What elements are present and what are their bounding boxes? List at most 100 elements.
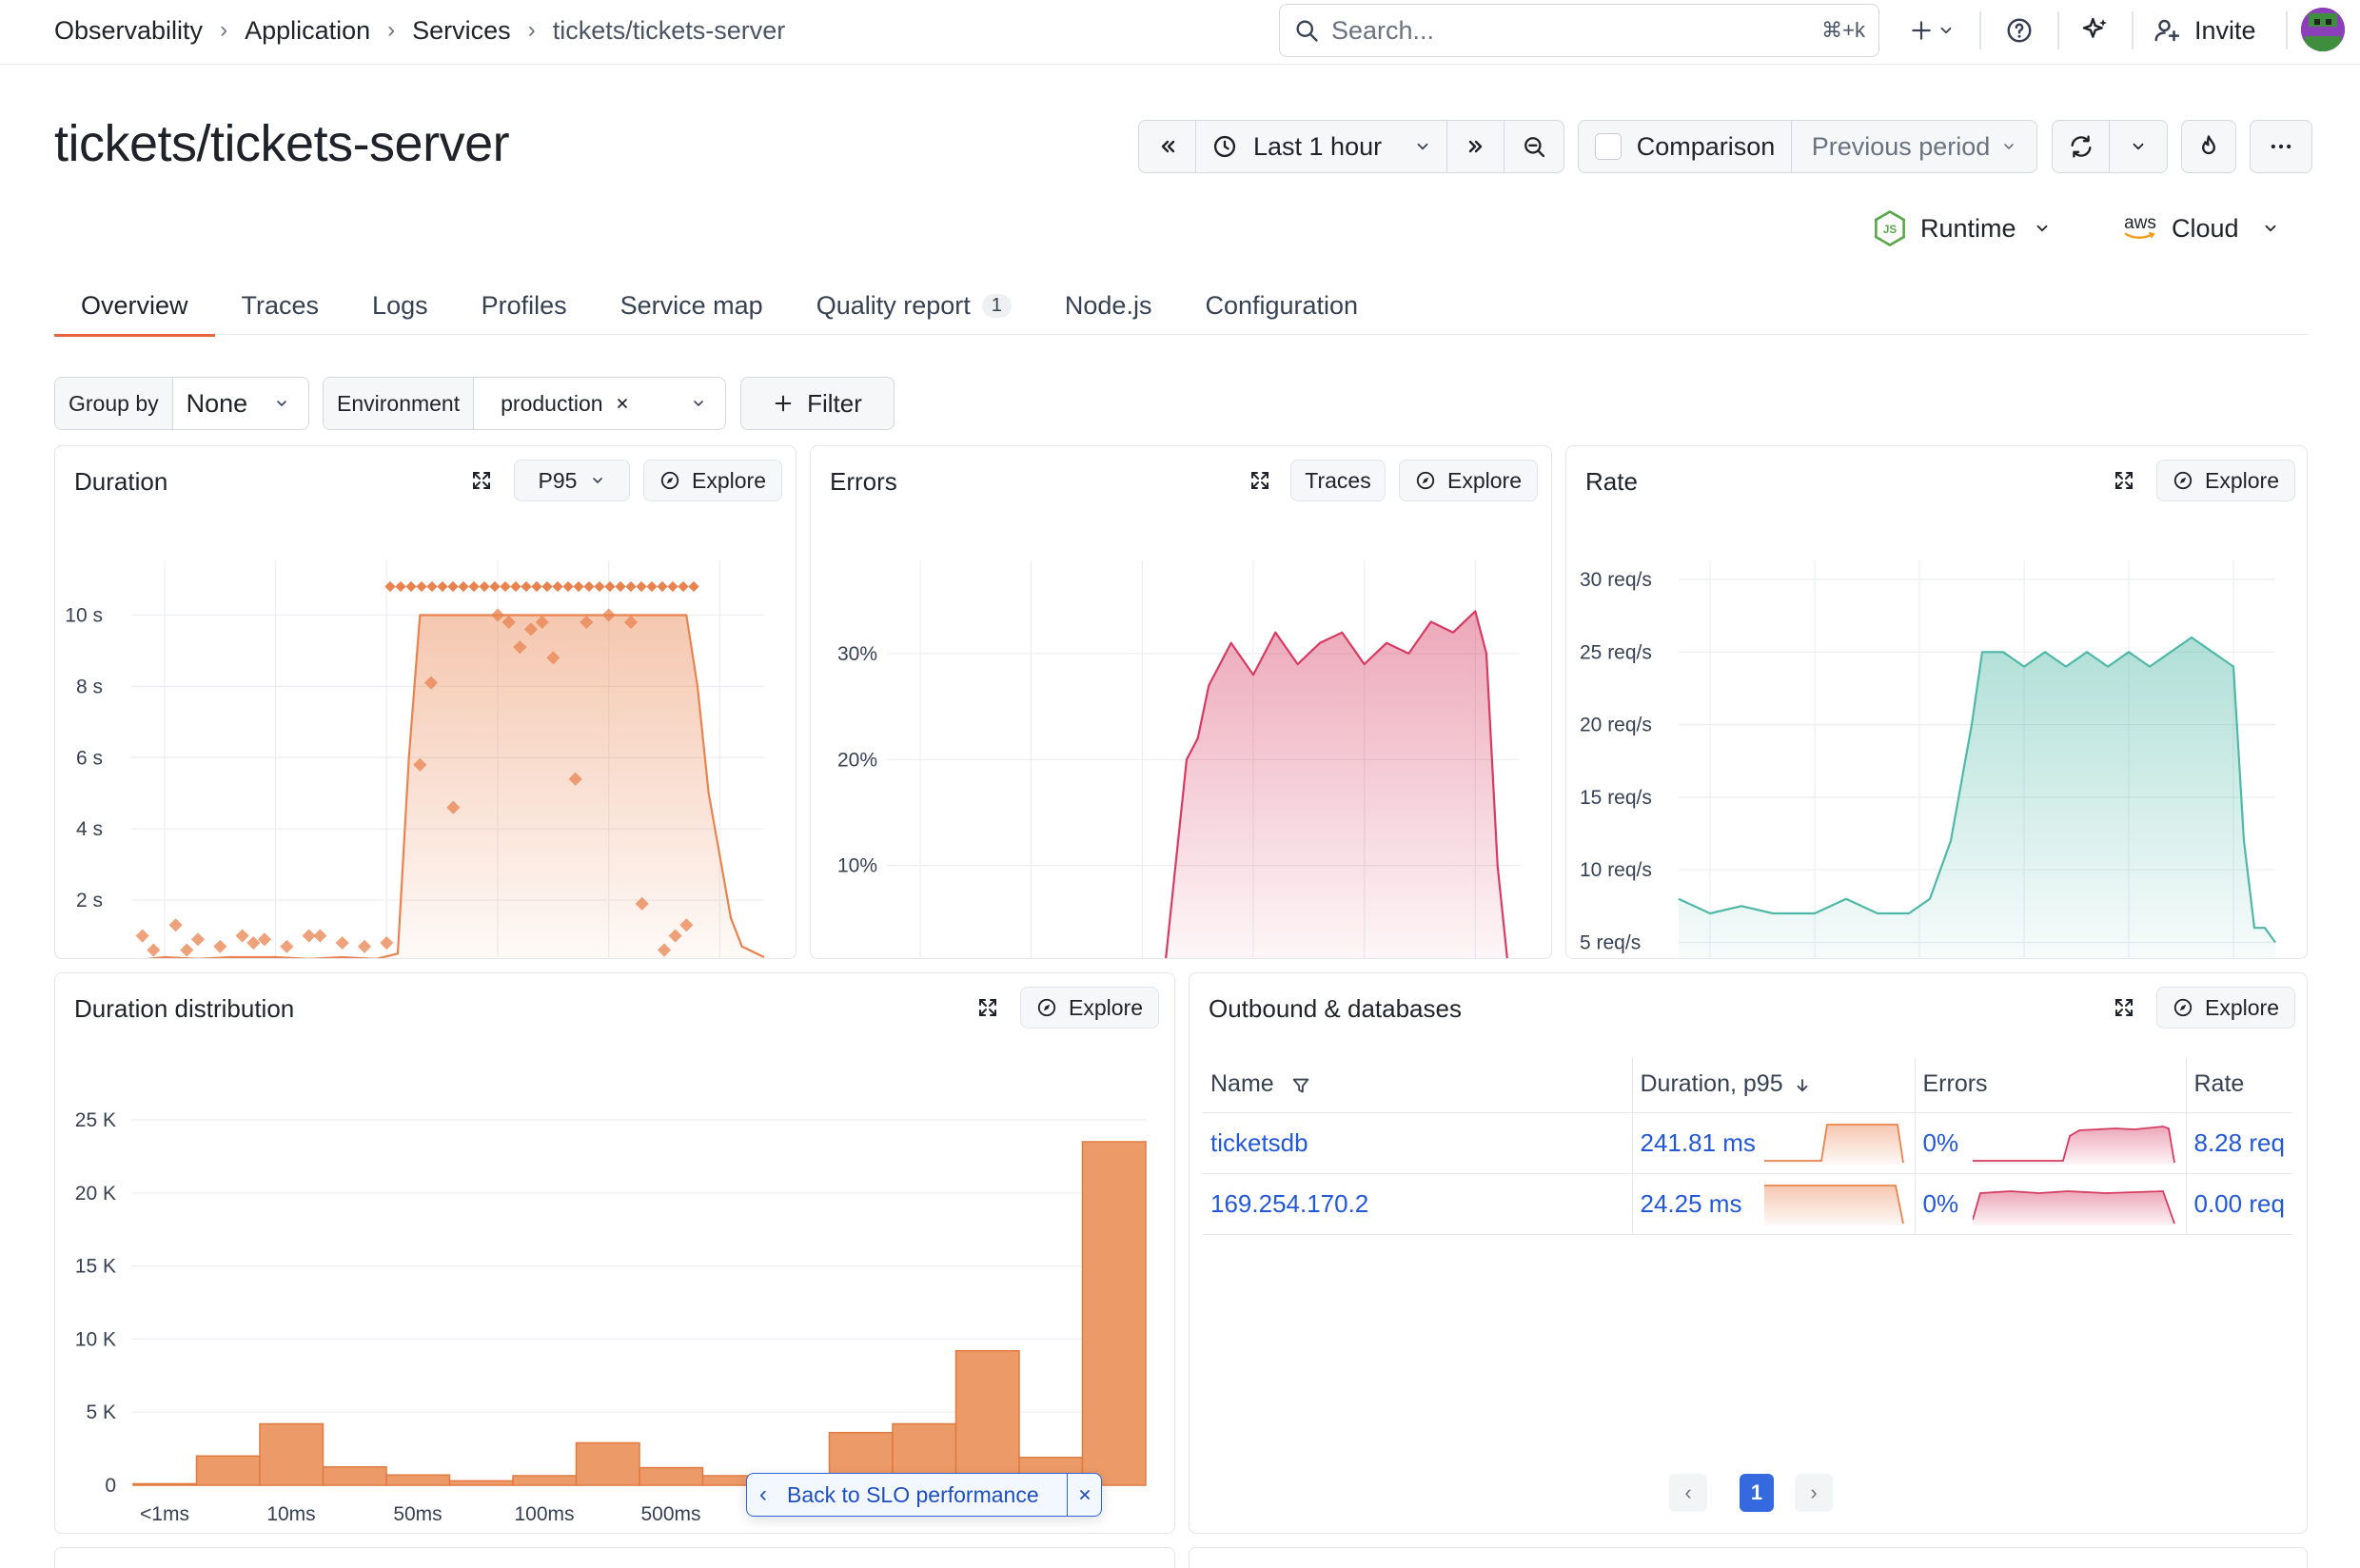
breadcrumb-services[interactable]: Services [412, 16, 511, 46]
time-range-control: Last 1 hour [1138, 120, 1564, 173]
time-range-select[interactable]: Last 1 hour [1196, 121, 1447, 172]
explore-button[interactable]: Explore [643, 460, 782, 501]
chevron-left-icon: ‹ [759, 1481, 767, 1507]
back-to-slo-toast[interactable]: ‹ Back to SLO performance [746, 1473, 1102, 1517]
expand-button[interactable] [969, 987, 1007, 1029]
column-header-name[interactable]: Name [1203, 1057, 1632, 1113]
tab-profiles[interactable]: Profiles [455, 276, 594, 335]
tab-label: Configuration [1205, 290, 1359, 320]
breadcrumb-application[interactable]: Application [245, 16, 370, 46]
compass-icon [1037, 998, 1056, 1017]
y-tick-label: 15 K [75, 1256, 116, 1278]
breadcrumb: Observability › Application › Services ›… [54, 0, 785, 61]
pagination-page[interactable]: 1 [1740, 1474, 1774, 1512]
chevron-down-icon [1940, 27, 1952, 34]
tab-configuration[interactable]: Configuration [1178, 276, 1385, 335]
time-forward-button[interactable] [1447, 121, 1504, 172]
more-options-button[interactable] [2250, 120, 2312, 173]
comparison-checkbox[interactable] [1594, 133, 1622, 160]
avatar[interactable] [2301, 8, 2345, 51]
filter-icon[interactable] [1290, 1075, 1311, 1096]
expand-button[interactable] [2105, 987, 2143, 1029]
compass-icon [2173, 998, 2193, 1017]
row-name-link[interactable]: ticketsdb [1203, 1112, 1632, 1174]
expand-button[interactable] [2105, 460, 2143, 501]
time-back-button[interactable] [1139, 121, 1196, 172]
invite-button[interactable]: Invite [2153, 6, 2256, 55]
zoom-out-button[interactable] [1504, 121, 1564, 172]
close-icon[interactable] [615, 396, 630, 411]
header-label: Duration, p95 [1640, 1070, 1783, 1098]
row-rate: 8.28 req [2185, 1112, 2292, 1174]
rate-chart: 5 req/s 10 req/s 15 req/s 20 req/s 25 req/s 3… [1580, 560, 2276, 958]
outlier-point [500, 580, 511, 593]
column-header-rate[interactable]: Rate [2185, 1057, 2292, 1113]
chevron-right-icon: › [220, 17, 228, 43]
tab-overview[interactable]: Overview [54, 276, 215, 337]
tab-label: Logs [372, 290, 428, 320]
explore-button[interactable]: Explore [2156, 460, 2295, 501]
histogram-bar [385, 1474, 451, 1486]
x-tick-label: 500ms [640, 1503, 700, 1525]
outlier-point [257, 932, 272, 947]
aggregation-select[interactable]: P95 [514, 460, 630, 501]
pagination-prev[interactable]: ‹ [1669, 1474, 1707, 1512]
group-by-select[interactable]: Group by None [54, 377, 309, 430]
row-name-link[interactable]: 169.254.170.2 [1203, 1173, 1632, 1235]
explore-button[interactable]: Explore [1020, 987, 1159, 1029]
traces-label: Traces [1305, 467, 1371, 493]
expand-icon [1251, 472, 1268, 489]
explore-button[interactable]: Explore [1399, 460, 1538, 501]
table-row[interactable]: ticketsdb 241.81 ms 0% 8.28 req [1203, 1112, 2292, 1174]
outlier-point [594, 580, 605, 593]
breadcrumb-observability[interactable]: Observability [54, 16, 203, 46]
refresh-button[interactable] [2053, 121, 2110, 172]
runtime-select[interactable]: JS Runtime [1873, 207, 2051, 249]
toast-close-button[interactable] [1067, 1474, 1101, 1516]
refresh-options-button[interactable] [2110, 121, 2167, 172]
outlier-point [678, 580, 689, 593]
pagination-next[interactable]: › [1795, 1474, 1833, 1512]
column-header-duration[interactable]: Duration, p95 [1631, 1057, 1915, 1113]
expand-button[interactable] [462, 460, 501, 501]
table-row[interactable]: 169.254.170.2 24.25 ms 0% 0.00 req [1203, 1173, 2292, 1235]
cloud-select[interactable]: aws Cloud [2124, 207, 2279, 249]
expand-button[interactable] [1241, 460, 1279, 501]
live-mode-button[interactable] [2181, 120, 2236, 173]
outlier-point [636, 580, 647, 593]
chevron-down-icon [593, 478, 603, 484]
help-button[interactable] [1998, 6, 2040, 55]
table-header-row: Name Duration, p95 Errors Rate [1203, 1057, 2292, 1113]
search-input[interactable]: Search... ⌘+k [1279, 4, 1879, 57]
column-header-errors[interactable]: Errors [1914, 1057, 2186, 1113]
add-filter-button[interactable]: Filter [740, 377, 895, 430]
tab-label: Profiles [481, 290, 567, 320]
panel-title: Duration distribution [74, 994, 295, 1023]
environment-filter[interactable]: Environment production [323, 377, 726, 430]
y-tick-label: 5 req/s [1580, 931, 1641, 953]
tab-logs[interactable]: Logs [345, 276, 455, 335]
histogram-bar [639, 1466, 704, 1486]
chevron-down-icon [2265, 225, 2275, 232]
tab-traces[interactable]: Traces [215, 276, 346, 335]
time-range-label: Last 1 hour [1253, 131, 1383, 161]
outlier-point [357, 939, 372, 953]
tab-nodejs[interactable]: Node.js [1038, 276, 1179, 335]
tab-quality-report[interactable]: Quality report 1 [790, 276, 1038, 335]
search-icon [1296, 20, 1318, 42]
traces-button[interactable]: Traces [1290, 460, 1386, 501]
chevron-down-icon [277, 401, 286, 407]
explore-button[interactable]: Explore [2156, 987, 2295, 1029]
ai-assistant-button[interactable] [2075, 6, 2116, 55]
tab-service-map[interactable]: Service map [594, 276, 790, 335]
outlier-point [313, 929, 327, 943]
duration-sparkline [1763, 1124, 1904, 1165]
outlier-point [246, 935, 261, 951]
add-menu-button[interactable] [1903, 6, 1960, 55]
histogram-bar [575, 1441, 640, 1486]
environment-value: production [501, 390, 603, 416]
y-tick-label: 0 [105, 1475, 116, 1497]
chevron-down-icon [2004, 144, 2015, 150]
comparison-period-select[interactable]: Previous period [1792, 121, 2036, 172]
comparison-toggle[interactable]: Comparison [1579, 121, 1792, 172]
